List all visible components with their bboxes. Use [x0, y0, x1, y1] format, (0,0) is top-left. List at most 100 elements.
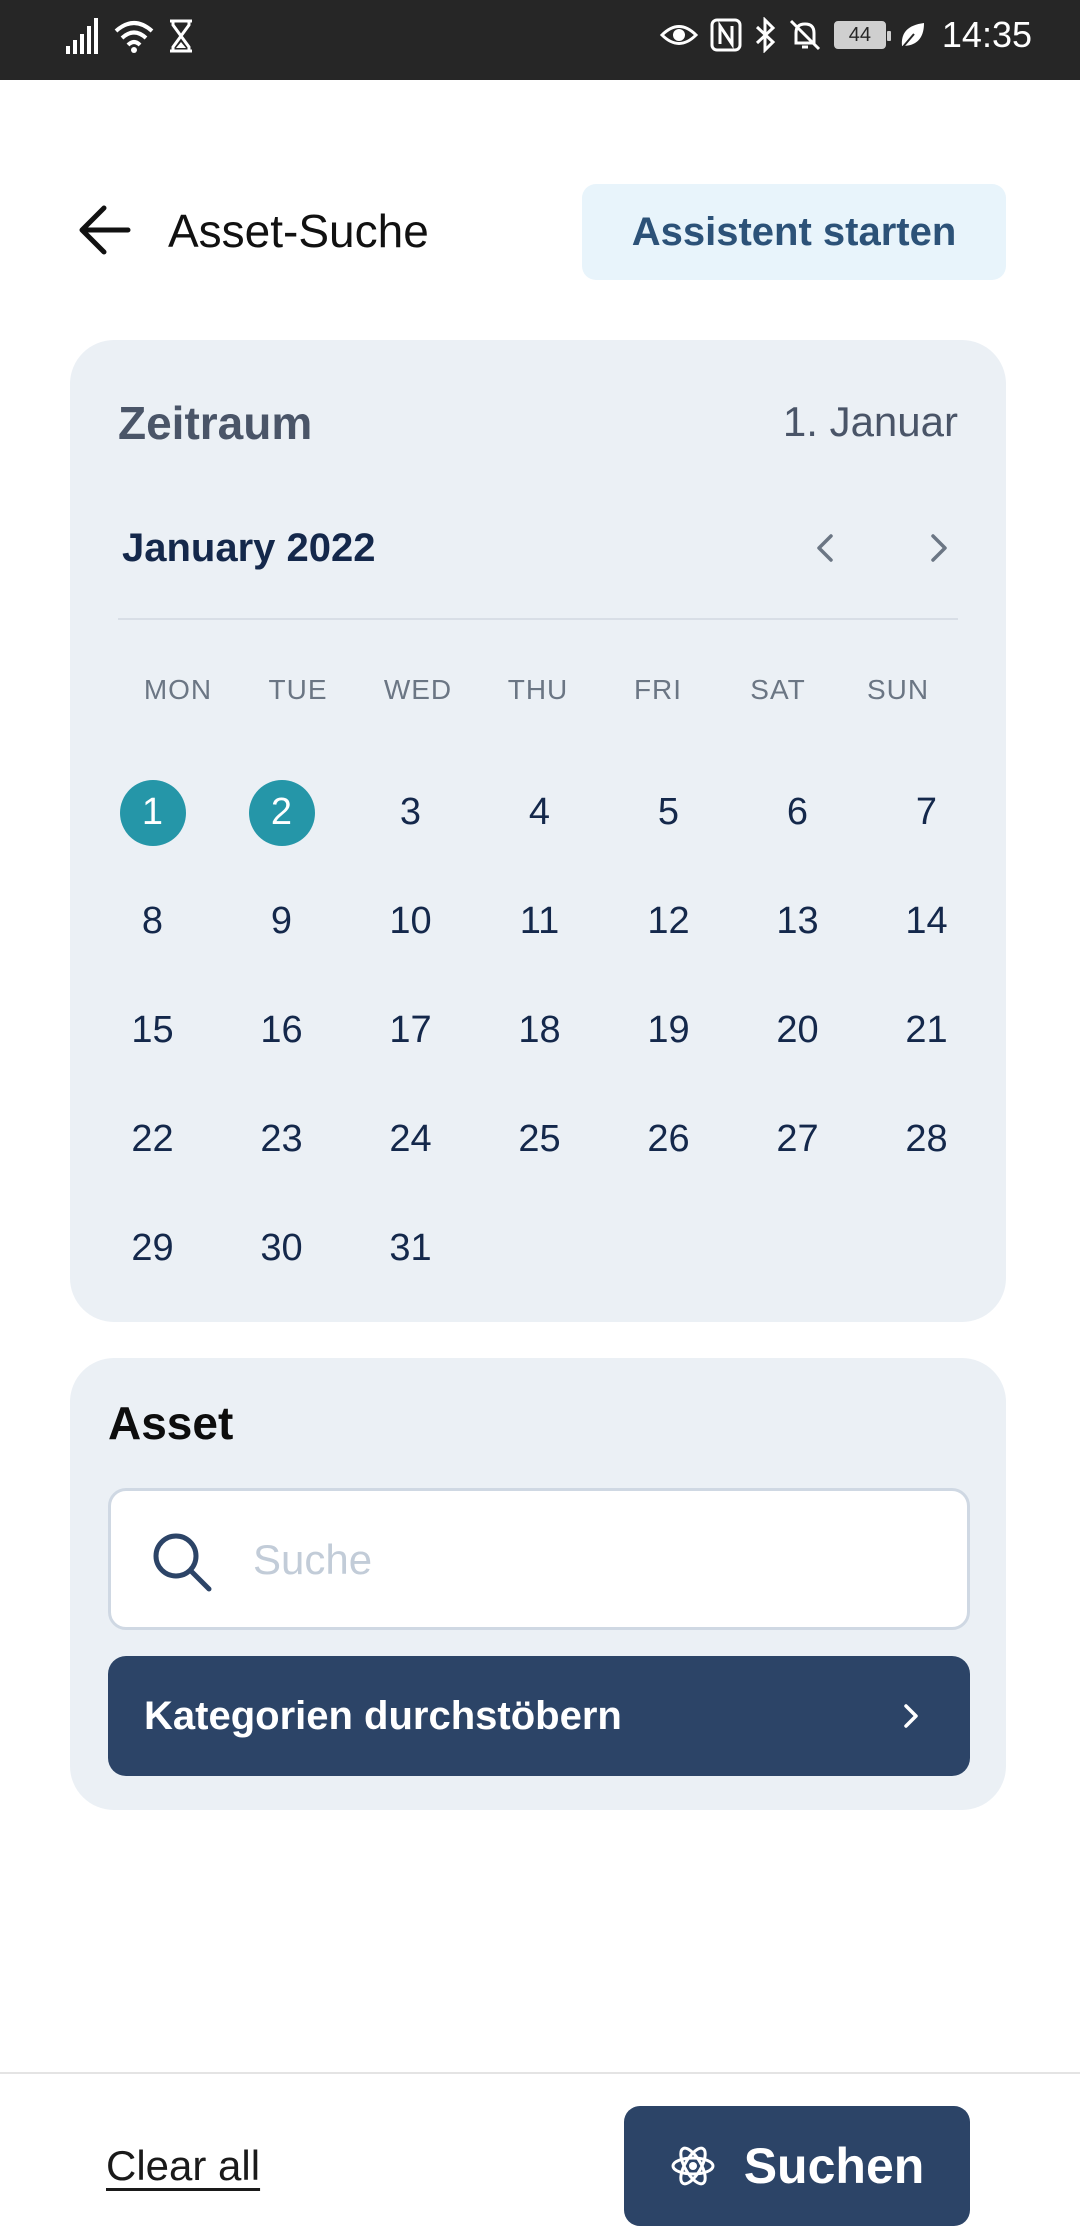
- calendar-day-number: 17: [389, 1009, 432, 1051]
- previous-month-button[interactable]: [800, 520, 850, 576]
- signal-icon: [66, 18, 98, 54]
- calendar-day-number: 31: [389, 1227, 432, 1269]
- calendar-day-number: 19: [647, 1009, 690, 1051]
- calendar-day[interactable]: 16: [217, 976, 346, 1085]
- calendar-day-number: 1: [119, 779, 186, 846]
- calendar-day[interactable]: 23: [217, 1085, 346, 1194]
- page-title: Asset-Suche: [168, 205, 429, 257]
- clear-all-link[interactable]: Clear all: [106, 2142, 260, 2190]
- search-button-label: Suchen: [743, 2138, 925, 2194]
- calendar-day-number: 26: [647, 1118, 690, 1160]
- calendar-day-number: 5: [657, 791, 680, 833]
- back-button[interactable]: [76, 202, 136, 258]
- chevron-right-icon: [931, 534, 947, 562]
- calendar-divider: [118, 618, 958, 620]
- start-assistant-button[interactable]: Assistent starten: [582, 184, 1006, 280]
- calendar-day[interactable]: 9: [217, 867, 346, 976]
- wifi-icon: [114, 21, 154, 53]
- calendar-day[interactable]: 6: [733, 758, 862, 867]
- calendar-day[interactable]: 17: [346, 976, 475, 1085]
- next-month-button[interactable]: [914, 520, 964, 576]
- calendar-day[interactable]: 22: [88, 1085, 217, 1194]
- asset-title: Asset: [108, 1397, 234, 1449]
- calendar-day[interactable]: 31: [346, 1194, 475, 1303]
- calendar-day[interactable]: 4: [475, 758, 604, 867]
- eye-icon: [659, 25, 698, 45]
- leaf-icon: [901, 23, 924, 49]
- calendar-day[interactable]: 1: [88, 758, 217, 867]
- search-input[interactable]: [253, 1527, 933, 1593]
- bell-off-icon: [789, 19, 820, 51]
- status-time: 14:35: [941, 14, 1032, 55]
- calendar-day[interactable]: 19: [604, 976, 733, 1085]
- asset-card: Asset Kategorien durchstöbern: [70, 1358, 1006, 1810]
- status-left: [66, 18, 194, 54]
- calendar-day-number: 12: [647, 900, 690, 942]
- calendar-day[interactable]: 7: [862, 758, 991, 867]
- calendar-day-number: 28: [905, 1118, 948, 1160]
- weekday-label: FRI: [633, 674, 683, 705]
- weekday-label: MON: [143, 674, 213, 705]
- calendar-day[interactable]: 27: [733, 1085, 862, 1194]
- browse-categories-button[interactable]: Kategorien durchstöbern: [108, 1656, 970, 1776]
- calendar-day[interactable]: 29: [88, 1194, 217, 1303]
- calendar-day-number: 14: [905, 900, 948, 942]
- calendar-day-number: 18: [518, 1009, 561, 1051]
- calendar-day-number: 2: [248, 779, 315, 846]
- calendar-day[interactable]: 3: [346, 758, 475, 867]
- search-icon: [153, 1533, 212, 1592]
- calendar-day[interactable]: 24: [346, 1085, 475, 1194]
- calendar-day[interactable]: 2: [217, 758, 346, 867]
- calendar-day[interactable]: 26: [604, 1085, 733, 1194]
- calendar-day-number: 4: [528, 791, 551, 833]
- search-button[interactable]: Suchen: [624, 2106, 970, 2226]
- calendar-day-number: 10: [389, 900, 432, 942]
- weekday-header: MON TUE WED THU FRI SAT SUN: [118, 674, 958, 706]
- calendar-day[interactable]: 21: [862, 976, 991, 1085]
- calendar-day-number: 13: [776, 900, 819, 942]
- header: Asset-Suche Assistent starten: [0, 180, 1080, 280]
- calendar-day[interactable]: 12: [604, 867, 733, 976]
- weekday-label: SAT: [750, 674, 806, 705]
- calendar-day[interactable]: 5: [604, 758, 733, 867]
- calendar-day[interactable]: 28: [862, 1085, 991, 1194]
- calendar-day[interactable]: 8: [88, 867, 217, 976]
- calendar-day[interactable]: 13: [733, 867, 862, 976]
- search-box: [108, 1488, 970, 1630]
- hourglass-icon: [170, 19, 192, 53]
- calendar-day-number: 9: [270, 900, 293, 942]
- weekday-label: THU: [507, 674, 569, 705]
- calendar-day[interactable]: 20: [733, 976, 862, 1085]
- chevron-left-icon: [817, 534, 833, 562]
- date-range-card: Zeitraum 1. Januar January 2022 MON TUE WE…: [70, 340, 1006, 1322]
- calendar-day[interactable]: 18: [475, 976, 604, 1085]
- nfc-icon: [710, 18, 742, 52]
- calendar-day-number: 25: [518, 1118, 561, 1160]
- calendar-day[interactable]: 25: [475, 1085, 604, 1194]
- selected-date-label: 1. Januar: [782, 398, 958, 445]
- calendar-day-number: 30: [260, 1227, 303, 1269]
- calendar-day[interactable]: 10: [346, 867, 475, 976]
- calendar-day[interactable]: 30: [217, 1194, 346, 1303]
- calendar-day-number: 6: [786, 791, 809, 833]
- bluetooth-icon: [755, 17, 776, 53]
- footer-divider: [0, 2072, 1080, 2074]
- date-range-title: Zeitraum: [118, 397, 313, 449]
- calendar-day-number: 29: [131, 1227, 174, 1269]
- calendar-day[interactable]: 15: [88, 976, 217, 1085]
- calendar-day-number: 22: [131, 1118, 174, 1160]
- month-label: January 2022: [122, 526, 376, 570]
- calendar-day-number: 3: [399, 791, 422, 833]
- atom-icon: [671, 2146, 715, 2186]
- calendar-day-number: 11: [519, 900, 560, 942]
- weekday-label: TUE: [268, 674, 328, 705]
- calendar-day[interactable]: 14: [862, 867, 991, 976]
- battery-icon: 44: [833, 21, 891, 49]
- status-right: 44 14:35: [659, 14, 1032, 56]
- weekday-label: SUN: [866, 674, 930, 705]
- arrow-left-icon: [79, 205, 131, 255]
- calendar-day[interactable]: 11: [475, 867, 604, 976]
- calendar-day-number: 23: [260, 1118, 303, 1160]
- calendar-day-number: 20: [776, 1009, 819, 1051]
- calendar-day-number: 16: [260, 1009, 303, 1051]
